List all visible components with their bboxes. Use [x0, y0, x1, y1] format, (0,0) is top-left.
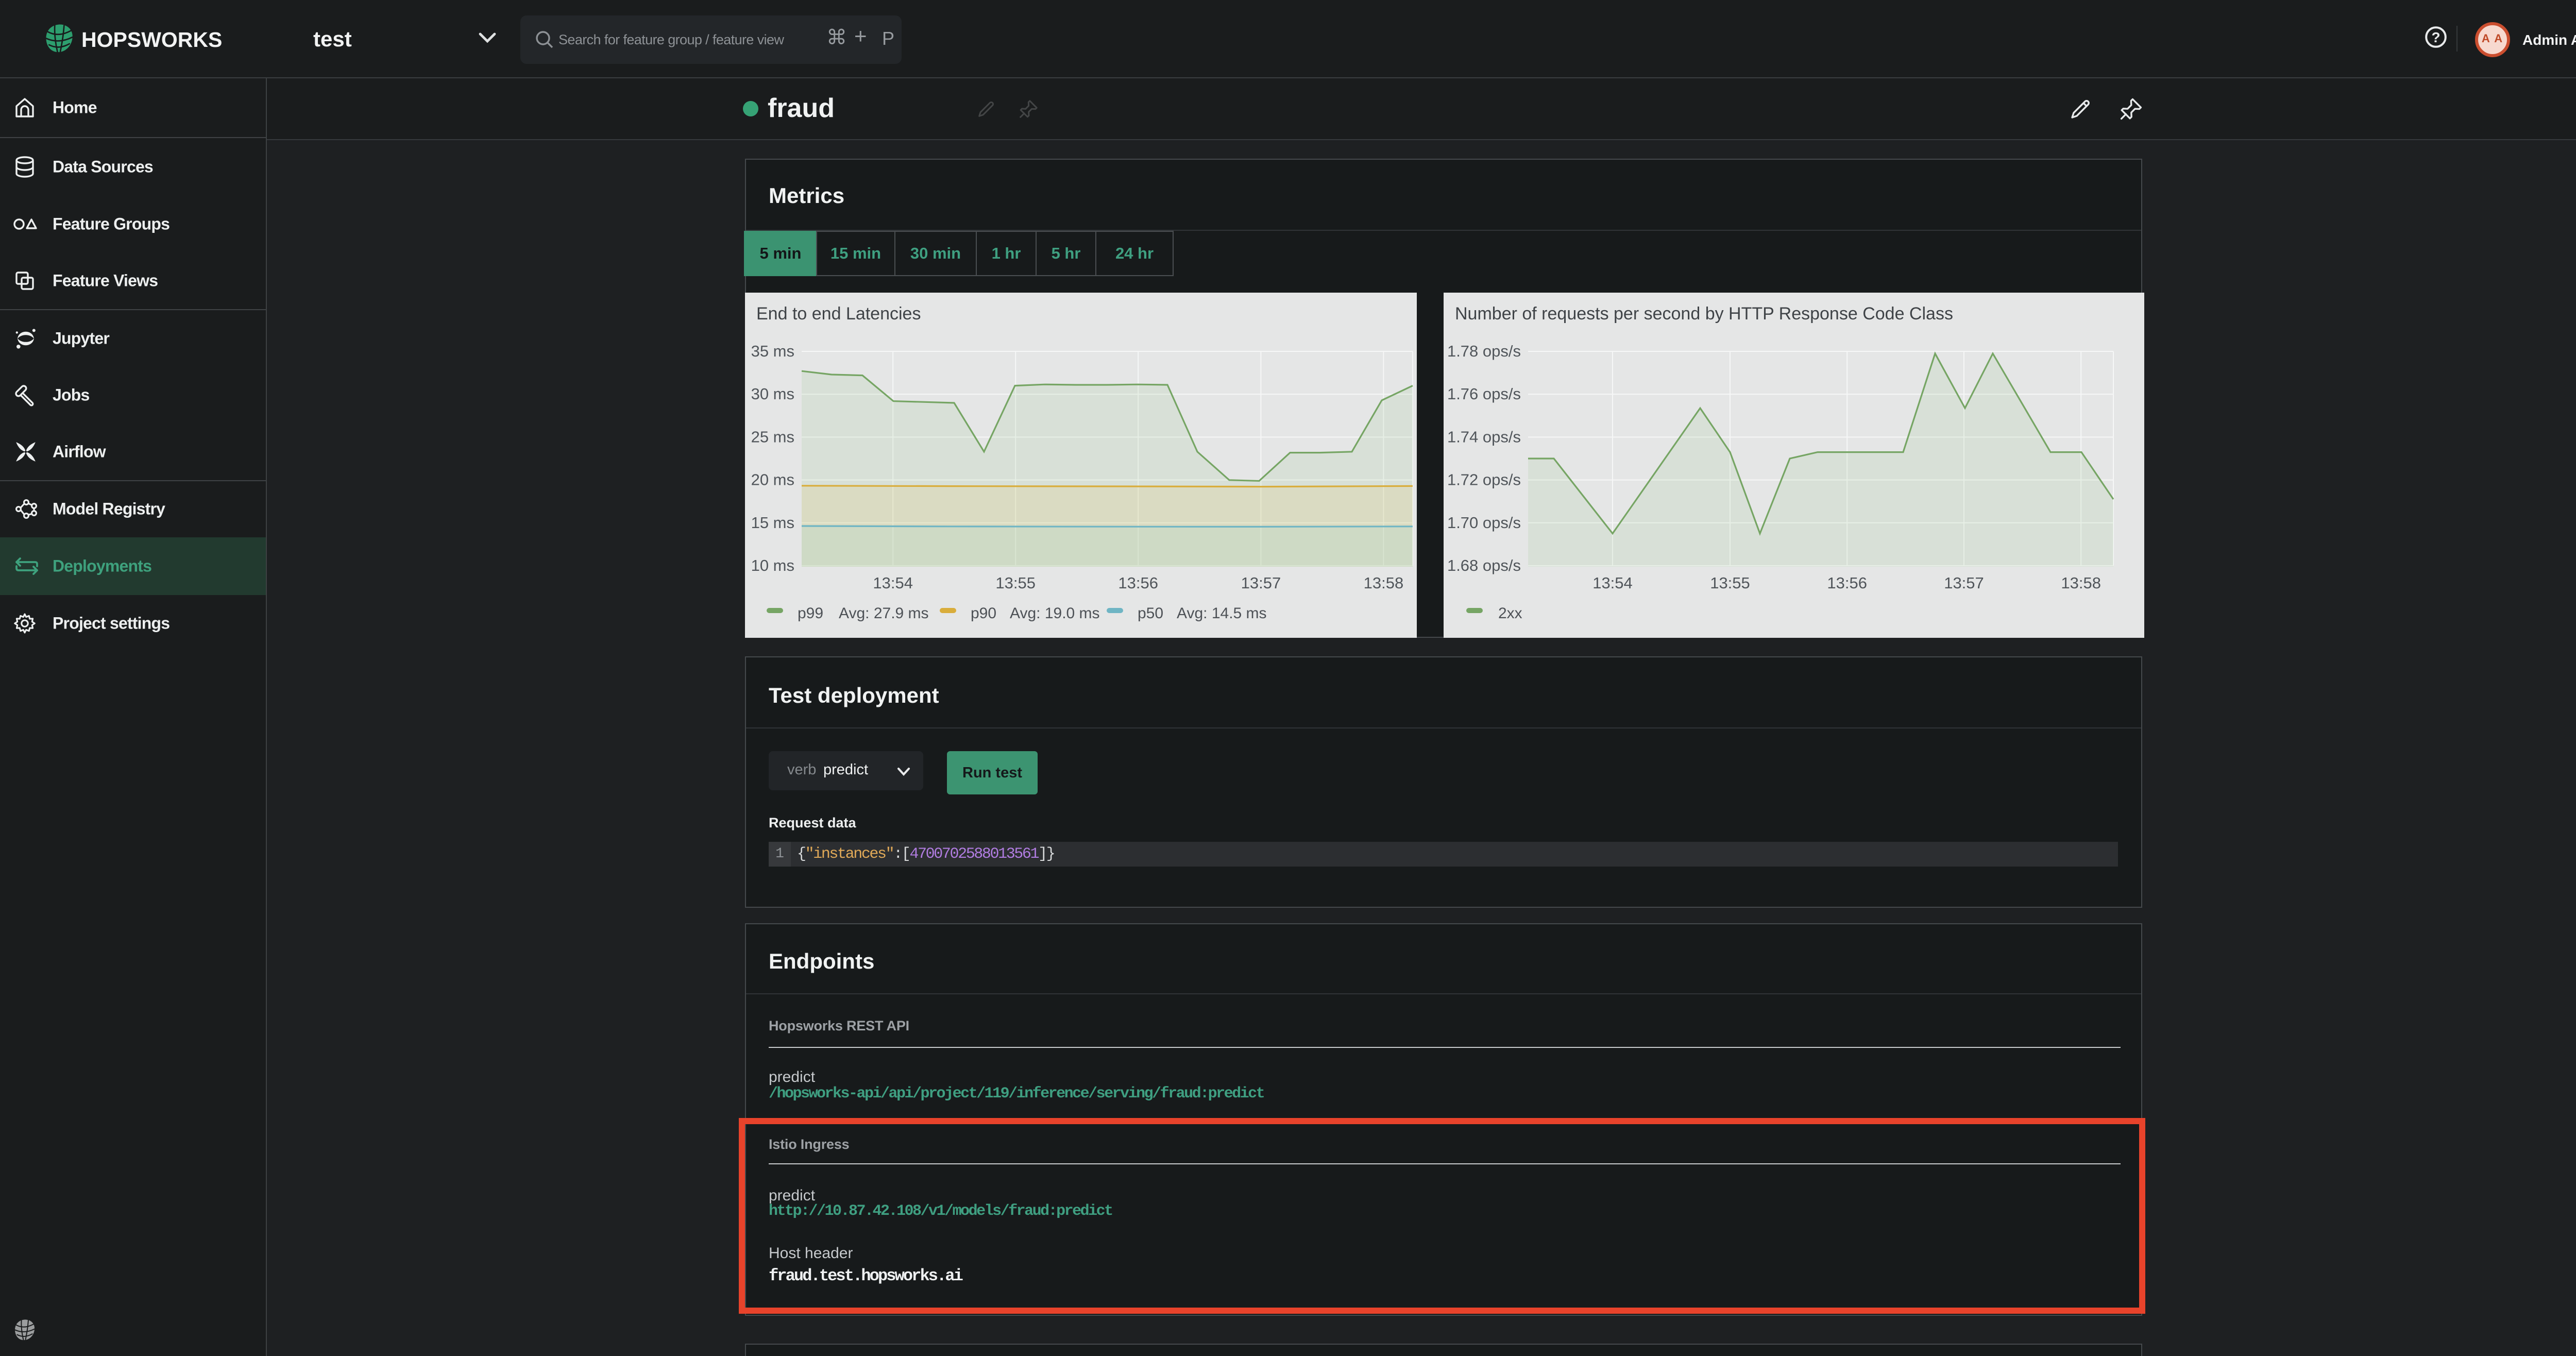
svg-text:Avg: 27.9 ms: Avg: 27.9 ms: [839, 605, 929, 622]
svg-text:20 ms: 20 ms: [751, 471, 794, 489]
svg-text:13:57: 13:57: [1241, 574, 1281, 592]
svg-text:13:57: 13:57: [1944, 574, 1984, 592]
svg-text:1.70 ops/s: 1.70 ops/s: [1447, 514, 1521, 532]
svg-text:2xx: 2xx: [1498, 605, 1522, 622]
svg-text:13:58: 13:58: [1364, 574, 1404, 592]
svg-text:Avg: 14.5 ms: Avg: 14.5 ms: [1177, 605, 1267, 622]
svg-text:13:56: 13:56: [1827, 574, 1867, 592]
svg-text:1.72 ops/s: 1.72 ops/s: [1447, 471, 1521, 489]
svg-text:13:56: 13:56: [1118, 574, 1158, 592]
svg-text:13:54: 13:54: [873, 574, 913, 592]
svg-text:p90: p90: [971, 605, 996, 622]
svg-text:1.74 ops/s: 1.74 ops/s: [1447, 428, 1521, 446]
svg-text:35 ms: 35 ms: [751, 342, 794, 360]
svg-text:1.78 ops/s: 1.78 ops/s: [1447, 342, 1521, 360]
svg-text:10 ms: 10 ms: [751, 556, 794, 574]
svg-text:13:55: 13:55: [995, 574, 1036, 592]
svg-text:p99: p99: [798, 605, 823, 622]
svg-text:25 ms: 25 ms: [751, 428, 794, 446]
svg-text:?: ?: [2431, 29, 2440, 45]
svg-text:30 ms: 30 ms: [751, 385, 794, 403]
svg-text:Avg: 19.0 ms: Avg: 19.0 ms: [1010, 605, 1100, 622]
svg-text:13:58: 13:58: [2061, 574, 2101, 592]
svg-text:13:55: 13:55: [1710, 574, 1750, 592]
svg-text:End to end Latencies: End to end Latencies: [756, 304, 921, 324]
svg-text:p50: p50: [1138, 605, 1163, 622]
svg-text:15 ms: 15 ms: [751, 514, 794, 532]
svg-text:1.68 ops/s: 1.68 ops/s: [1447, 556, 1521, 574]
svg-text:13:54: 13:54: [1592, 574, 1633, 592]
svg-text:1.76 ops/s: 1.76 ops/s: [1447, 385, 1521, 403]
svg-text:Number of requests per second: Number of requests per second by HTTP Re…: [1455, 304, 1953, 324]
